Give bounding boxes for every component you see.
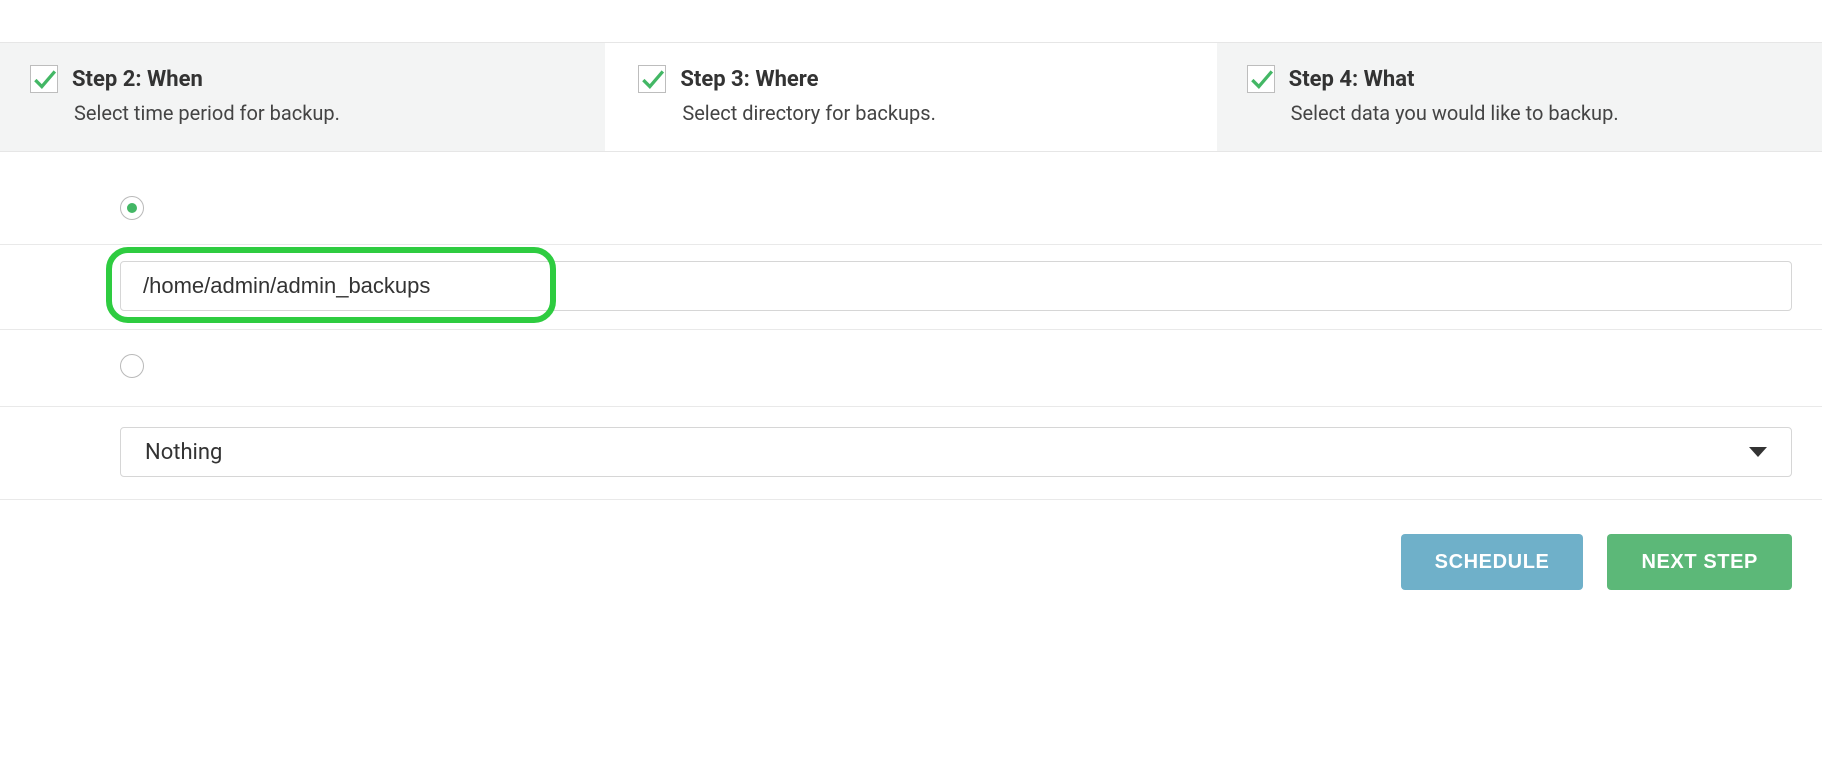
backup-target-select[interactable]: Nothing (120, 427, 1792, 477)
step-title: Step 4: What (1289, 67, 1415, 92)
schedule-button[interactable]: SCHEDULE (1401, 534, 1584, 590)
step-desc: Select directory for backups. (682, 101, 1183, 125)
radio-local-path[interactable] (120, 196, 144, 220)
radio-remote-option[interactable] (120, 354, 144, 378)
checkmark-icon (30, 65, 58, 93)
footer-actions: SCHEDULE NEXT STEP (0, 500, 1822, 590)
chevron-down-icon (1749, 447, 1767, 457)
checkmark-icon (1247, 65, 1275, 93)
step-title: Step 3: Where (680, 67, 818, 92)
step-title: Step 2: When (72, 67, 203, 92)
backup-path-input[interactable] (120, 261, 1792, 311)
wizard-steps: Step 2: When Select time period for back… (0, 42, 1822, 152)
step-tab-where[interactable]: Step 3: Where Select directory for backu… (608, 43, 1213, 151)
step-tab-what[interactable]: Step 4: What Select data you would like … (1217, 43, 1822, 151)
step-desc: Select time period for backup. (74, 101, 575, 125)
checkmark-icon (638, 65, 666, 93)
select-value: Nothing (145, 440, 222, 465)
step-desc: Select data you would like to backup. (1291, 101, 1792, 125)
next-step-button[interactable]: NEXT STEP (1607, 534, 1792, 590)
step-tab-when[interactable]: Step 2: When Select time period for back… (0, 43, 605, 151)
